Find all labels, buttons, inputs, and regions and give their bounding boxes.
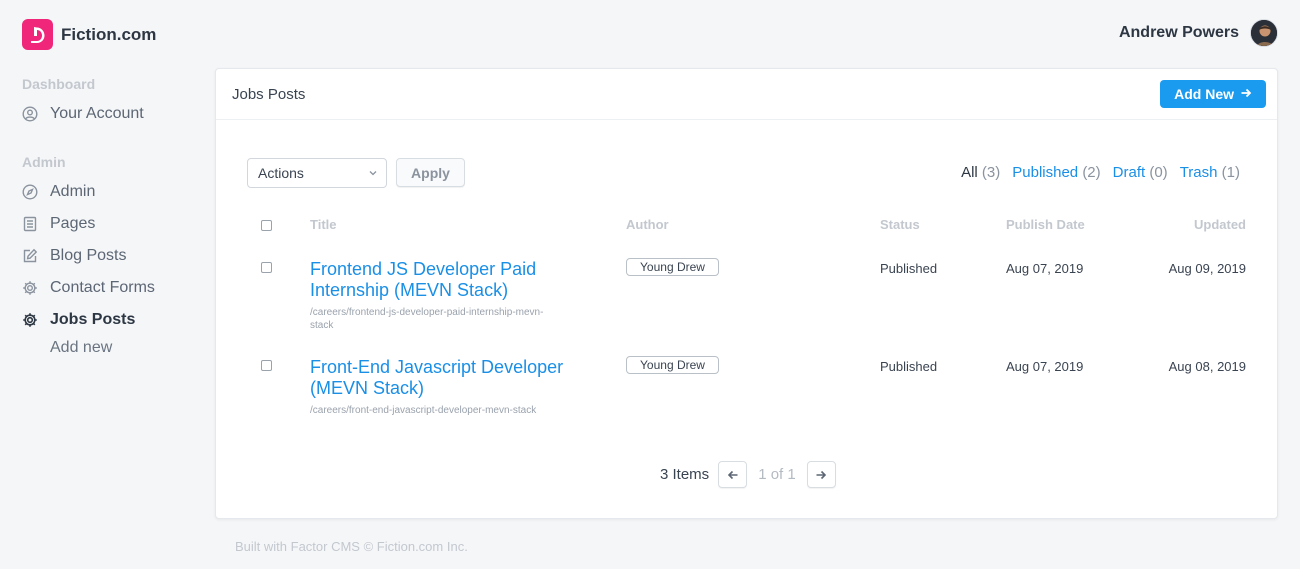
filter-label: Draft	[1112, 164, 1146, 181]
filter-count: (0)	[1149, 164, 1168, 181]
filter-trash[interactable]: Trash (1)	[1180, 164, 1240, 181]
row-title-link[interactable]: Front-End Javascript Developer (MEVN Sta…	[310, 357, 563, 399]
column-header-status[interactable]: Status	[880, 217, 920, 232]
column-header-author[interactable]: Author	[626, 217, 669, 232]
arrow-right-icon	[816, 470, 827, 479]
row-path-line: /careers/frontend-js-developer-paid-inte…	[310, 307, 544, 318]
page-position: 1 of 1	[758, 466, 796, 483]
sidebar-item-label: Your Account	[50, 105, 144, 122]
filter-draft[interactable]: Draft (0)	[1113, 164, 1168, 181]
status-filters: All (3) Published (2) Draft (0) Trash (1…	[961, 164, 1240, 181]
user-name: Andrew Powers	[1118, 24, 1239, 41]
sidebar-item-your-account[interactable]: Your Account	[22, 98, 207, 130]
column-header-title[interactable]: Title	[310, 217, 337, 232]
row-title-link[interactable]: Frontend JS Developer Paid Internship (M…	[310, 259, 536, 301]
row-checkbox[interactable]	[261, 360, 272, 371]
row-updated: Aug 08, 2019	[1168, 359, 1246, 374]
chevron-down-icon	[368, 165, 378, 181]
filter-label: Published	[1012, 164, 1079, 181]
sidebar-item-admin[interactable]: Admin	[22, 176, 207, 208]
next-page-button[interactable]	[806, 461, 836, 488]
nav-group-dashboard: Dashboard	[22, 76, 96, 92]
arrow-right-icon	[1240, 86, 1252, 102]
row-path-line: /careers/front-end-javascript-developer-…	[310, 405, 537, 416]
filter-count: (3)	[981, 164, 1001, 181]
apply-button[interactable]: Apply	[396, 158, 465, 187]
edit-icon	[22, 248, 38, 264]
sidebar-item-pages[interactable]: Pages	[22, 208, 207, 240]
brand-logo-icon	[22, 19, 53, 50]
jobs-posts-card: Jobs Posts Add New Actions Apply All (3)…	[215, 68, 1278, 519]
column-header-updated[interactable]: Updated	[1194, 217, 1246, 232]
author-badge[interactable]: Young Drew	[626, 258, 719, 276]
row-publish-date: Aug 07, 2019	[1006, 261, 1084, 276]
document-icon	[22, 216, 38, 232]
row-path: /careers/front-end-javascript-developer-…	[310, 404, 536, 417]
row-title-line: (MEVN Stack)	[310, 378, 425, 398]
row-path: /careers/frontend-js-developer-paid-inte…	[310, 306, 543, 332]
pagination: 3 Items 1 of 1	[660, 461, 836, 488]
filter-label: All	[961, 164, 978, 181]
add-new-button[interactable]: Add New	[1160, 80, 1266, 108]
gear-icon	[22, 312, 38, 328]
sidebar-subitem-add-new[interactable]: Add new	[22, 336, 207, 360]
row-status: Published	[880, 261, 938, 276]
filter-all[interactable]: All (3)	[961, 164, 1000, 181]
sidebar-item-label: Contact Forms	[50, 279, 155, 296]
user-menu[interactable]: Andrew Powers	[1119, 19, 1278, 47]
gear-icon	[22, 280, 38, 296]
avatar[interactable]	[1250, 19, 1278, 47]
filter-count: (1)	[1221, 164, 1240, 181]
row-status: Published	[880, 359, 938, 374]
filter-published[interactable]: Published (2)	[1012, 164, 1100, 181]
row-title-line: Internship (MEVN Stack)	[310, 280, 509, 300]
sidebar-item-label: Admin	[50, 183, 96, 200]
compass-icon	[22, 184, 38, 200]
user-circle-icon	[22, 106, 38, 122]
column-header-publish-date[interactable]: Publish Date	[1006, 217, 1085, 232]
row-publish-date: Aug 07, 2019	[1006, 359, 1084, 374]
sidebar-item-label: Pages	[50, 215, 96, 232]
row-title-line: Frontend JS Developer Paid	[310, 259, 537, 279]
row-title-line: Front-End Javascript Developer	[310, 357, 564, 377]
prev-page-button[interactable]	[718, 461, 748, 488]
sidebar-item-contact-forms[interactable]: Contact Forms	[22, 272, 207, 304]
footer-text: Built with Factor CMS © Fiction.com Inc.	[235, 539, 468, 554]
filter-label: Trash	[1179, 164, 1218, 181]
sidebar-item-label: Jobs Posts	[50, 311, 136, 328]
sidebar-item-jobs-posts[interactable]: Jobs Posts	[22, 304, 207, 336]
row-updated: Aug 09, 2019	[1168, 261, 1246, 276]
actions-select[interactable]: Actions	[247, 158, 387, 188]
sidebar-item-blog-posts[interactable]: Blog Posts	[22, 240, 207, 272]
add-new-label: Add New	[1174, 86, 1234, 102]
row-path-line: stack	[310, 320, 334, 331]
select-all-checkbox[interactable]	[261, 220, 272, 231]
page-title: Jobs Posts	[232, 85, 306, 103]
brand[interactable]: Fiction.com	[22, 19, 156, 50]
arrow-left-icon	[727, 470, 738, 479]
item-count: 3 Items	[660, 466, 710, 483]
author-badge[interactable]: Young Drew	[626, 356, 719, 374]
bulk-actions-toolbar: Actions Apply	[247, 158, 465, 188]
actions-select-value: Actions	[258, 165, 304, 181]
nav-group-admin: Admin	[22, 154, 66, 170]
sidebar: Dashboard Your Account Admin Admin Pages…	[22, 70, 207, 360]
sidebar-item-label: Blog Posts	[50, 247, 127, 264]
row-checkbox[interactable]	[261, 262, 272, 273]
brand-name: Fiction.com	[61, 24, 157, 44]
filter-count: (2)	[1082, 164, 1101, 181]
card-header: Jobs Posts Add New	[216, 69, 1277, 120]
